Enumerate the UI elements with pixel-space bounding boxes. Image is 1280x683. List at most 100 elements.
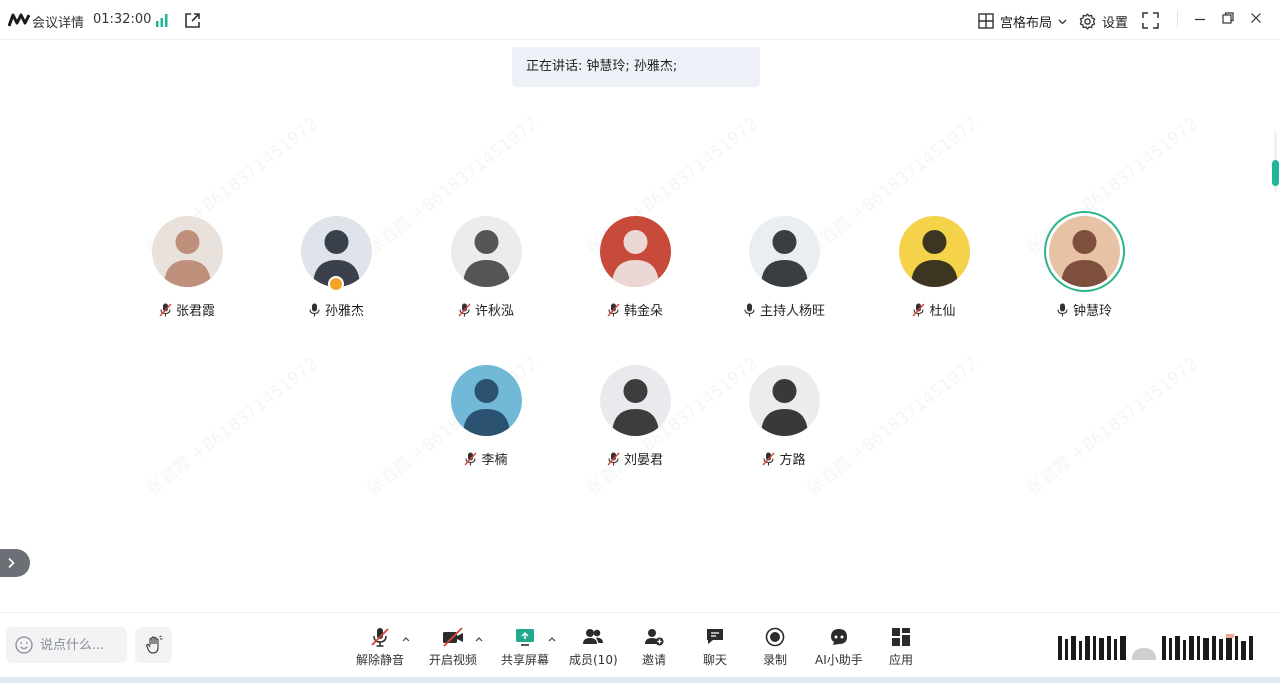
participant-name: 钟慧玲 <box>1072 304 1112 319</box>
participant-name-row: 韩金朵 <box>565 300 705 319</box>
share-screen-label: 共享屏幕 <box>501 653 550 667</box>
title-bar: 会议详情 01:32:00 宫格布局 设置 <box>0 0 1280 40</box>
grid-layout-icon <box>978 13 994 29</box>
settings-label: 设置 <box>1102 15 1129 31</box>
ai-assistant-icon <box>830 629 847 645</box>
watermark-text: 张君霞 +8618371451972 <box>143 353 322 500</box>
microphone-muted-icon <box>607 303 620 316</box>
raise-hand-icon <box>145 635 162 654</box>
watermark-text: 张君霞 +8618371451972 <box>1023 353 1202 500</box>
microphone-muted-icon <box>464 452 478 465</box>
restore-window-icon[interactable] <box>1221 11 1235 25</box>
layout-label: 宫格布局 <box>1000 15 1053 31</box>
participant-tile[interactable]: 许秋泓 <box>416 216 556 326</box>
members-icon <box>583 629 604 644</box>
platform-logo <box>1058 634 1253 660</box>
participant-tile[interactable]: 方路 <box>714 365 854 475</box>
participant-name: 杜仙 <box>929 304 956 319</box>
start-video-button[interactable]: 开启视频 <box>429 627 477 671</box>
participant-tile[interactable]: 刘晏君 <box>565 365 705 475</box>
microphone-muted-icon <box>371 628 389 647</box>
microphone-muted-icon <box>762 452 776 465</box>
members-label: 成员(10) <box>569 653 618 667</box>
add-user-icon <box>645 629 664 646</box>
participant-tile[interactable]: 李楠 <box>416 365 556 475</box>
emoji-icon[interactable] <box>14 635 34 655</box>
settings-button[interactable]: 设置 <box>1079 11 1128 31</box>
participant-name: 刘晏君 <box>623 453 663 468</box>
participant-name: 李楠 <box>481 453 508 468</box>
raise-hand-button[interactable] <box>135 627 172 663</box>
start-video-label: 开启视频 <box>429 653 478 667</box>
speaking-banner: 正在讲话: 钟慧玲; 孙雅杰; <box>512 47 760 87</box>
avatar <box>451 216 522 287</box>
participant-tile[interactable]: 孙雅杰 <box>266 216 406 326</box>
video-options-chevron-icon[interactable] <box>475 635 483 643</box>
titlebar-divider <box>1177 10 1178 28</box>
participant-tile[interactable]: 韩金朵 <box>565 216 705 326</box>
participant-tile[interactable]: 杜仙 <box>864 216 1004 326</box>
meeting-window: 会议详情 01:32:00 宫格布局 设置 张君霞 +8618371451972… <box>0 0 1280 683</box>
chat-text-field[interactable] <box>40 637 120 653</box>
ai-assistant-button[interactable]: AI小助手 <box>815 627 863 671</box>
taskbar-edge <box>0 677 1280 683</box>
avatar <box>749 365 820 436</box>
avatar <box>152 216 223 287</box>
external-share-icon[interactable] <box>184 12 201 29</box>
record-button[interactable]: 录制 <box>763 627 787 671</box>
share-options-chevron-icon[interactable] <box>548 635 556 643</box>
participant-name: 方路 <box>779 453 806 468</box>
meeting-timer: 01:32:00 <box>93 12 152 27</box>
participant-name-row: 主持人杨旺 <box>714 300 854 319</box>
minimize-icon[interactable] <box>1193 12 1207 26</box>
meeting-info-button[interactable]: 会议详情 <box>32 12 84 31</box>
avatar <box>1049 216 1120 287</box>
microphone-muted-icon <box>912 303 926 316</box>
share-screen-button[interactable]: 共享屏幕 <box>501 627 549 671</box>
camera-off-icon <box>443 627 463 647</box>
chevron-right-icon <box>8 557 15 569</box>
participant-name: 韩金朵 <box>623 304 663 319</box>
avatar <box>899 216 970 287</box>
speaking-label: 正在讲话: <box>526 59 583 74</box>
avatar <box>749 216 820 287</box>
bottom-toolbar: 解除静音 开启视频 共享屏幕 <box>0 612 1280 683</box>
gear-icon <box>1079 12 1096 30</box>
ai-assistant-label: AI小助手 <box>815 653 863 667</box>
avatar <box>451 365 522 436</box>
close-icon[interactable] <box>1249 11 1263 25</box>
participant-name-row: 钟慧玲 <box>1014 300 1154 319</box>
microphone-muted-icon <box>159 303 172 316</box>
unmute-label: 解除静音 <box>356 653 405 667</box>
fullscreen-icon[interactable] <box>1142 12 1159 29</box>
chat-button[interactable]: 聊天 <box>703 627 727 671</box>
app-logo-icon <box>8 13 30 27</box>
speaking-names: 钟慧玲; 孙雅杰; <box>586 59 678 74</box>
participant-name-row: 刘晏君 <box>565 449 705 468</box>
apps-label: 应用 <box>889 653 914 667</box>
share-screen-icon <box>516 629 534 646</box>
participant-name-row: 李楠 <box>416 449 556 468</box>
participant-tile[interactable]: 主持人杨旺 <box>714 216 854 326</box>
avatar <box>600 216 671 287</box>
audio-options-chevron-icon[interactable] <box>402 635 410 643</box>
chevron-down-icon <box>1058 19 1067 24</box>
microphone-muted-icon <box>458 303 471 316</box>
members-button[interactable]: 成员(10) <box>569 627 618 671</box>
apps-button[interactable]: 应用 <box>889 627 913 671</box>
participant-tile[interactable]: 钟慧玲 <box>1014 216 1154 326</box>
network-signal-icon[interactable] <box>155 13 169 27</box>
chat-label: 聊天 <box>703 653 728 667</box>
invite-button[interactable]: 邀请 <box>642 627 666 671</box>
microphone-icon <box>309 303 320 316</box>
layout-dropdown[interactable]: 宫格布局 <box>978 11 1067 31</box>
participant-tile[interactable]: 张君霞 <box>117 216 257 326</box>
scroll-thumb[interactable] <box>1272 160 1279 186</box>
unmute-button[interactable]: 解除静音 <box>356 627 404 671</box>
apps-grid-icon <box>892 628 910 646</box>
watermark-layer: 张君霞 +8618371451972 张君霞 +8618371451972 张君霞 … <box>0 40 1280 612</box>
participant-name-row: 许秋泓 <box>416 300 556 319</box>
side-panel-expand-button[interactable] <box>0 549 30 577</box>
quick-chat-input[interactable] <box>6 627 127 663</box>
participant-name-row: 杜仙 <box>864 300 1004 319</box>
